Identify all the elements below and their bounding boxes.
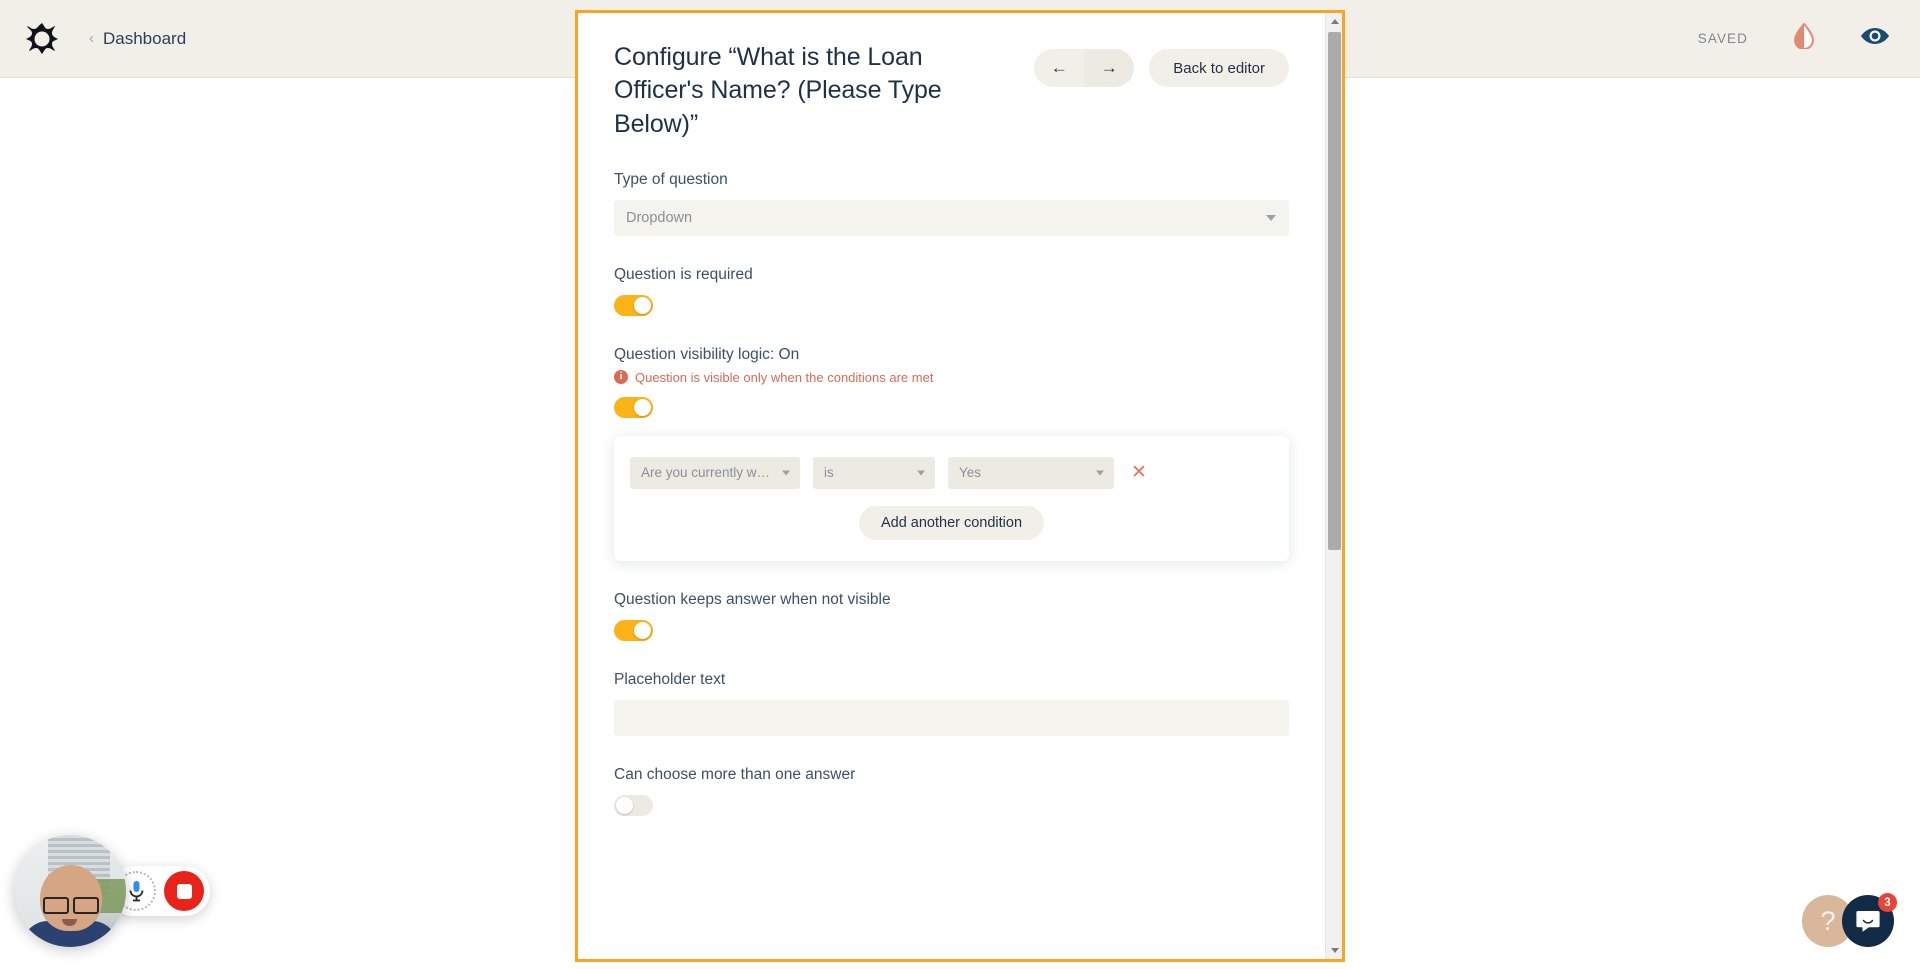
page-title: Configure “What is the Loan Officer's Na…	[614, 43, 942, 138]
visibility-logic-toggle[interactable]	[614, 396, 653, 418]
question-required-label: Question is required	[614, 265, 753, 283]
condition-row: Are you currently w… is Yes ✕	[630, 456, 1273, 489]
delete-condition-button[interactable]: ✕	[1127, 461, 1151, 484]
webcam-recorder-widget	[14, 835, 210, 947]
type-of-question-label: Type of question	[614, 170, 728, 188]
chat-unread-badge: 3	[1878, 893, 1897, 912]
modal-scrollbar[interactable]	[1325, 13, 1342, 959]
type-of-question-select[interactable]: Dropdown	[614, 199, 1289, 236]
breadcrumb-label[interactable]: Dashboard	[103, 29, 186, 49]
top-bar-actions: SAVED	[1697, 22, 1890, 54]
stop-recording-icon[interactable]	[164, 871, 204, 911]
previous-question-button[interactable]: ←	[1034, 49, 1084, 87]
multi-answer-toggle[interactable]	[614, 794, 653, 816]
modal-header: Configure “What is the Loan Officer's Na…	[614, 41, 1289, 141]
modal-content: Configure “What is the Loan Officer's Na…	[578, 13, 1325, 959]
chevron-down-icon	[782, 470, 790, 476]
back-to-editor-button[interactable]: Back to editor	[1149, 49, 1289, 87]
configure-question-modal: Configure “What is the Loan Officer's Na…	[575, 10, 1345, 962]
toggle-knob	[634, 296, 651, 314]
breadcrumb[interactable]: ‹ Dashboard	[89, 29, 186, 49]
chat-bubble-icon[interactable]: 3	[1842, 893, 1897, 947]
webcam-video-bubble[interactable]	[14, 835, 126, 947]
next-question-button[interactable]: →	[1084, 49, 1135, 87]
type-of-question-value: Dropdown	[626, 209, 693, 226]
info-icon: i	[614, 370, 628, 385]
toggle-knob	[634, 398, 651, 416]
condition-operator-value: is	[824, 465, 834, 481]
placeholder-text-label: Placeholder text	[614, 670, 726, 688]
modal-header-actions: ← → Back to editor	[1034, 41, 1289, 87]
stop-square	[176, 883, 192, 899]
contrast-drop-icon[interactable]	[1792, 22, 1816, 54]
eye-icon[interactable]	[1860, 26, 1890, 51]
chevron-down-icon	[1266, 214, 1276, 221]
condition-subject-select[interactable]: Are you currently w…	[630, 456, 800, 489]
person-glasses	[43, 897, 99, 914]
visibility-logic-note: i Question is visible only when the cond…	[614, 370, 1289, 385]
condition-operator-select[interactable]: is	[813, 456, 935, 489]
multi-answer-label: Can choose more than one answer	[614, 765, 856, 783]
question-required-toggle[interactable]	[614, 294, 653, 316]
flower-logo-icon[interactable]	[25, 22, 59, 56]
question-nav-pill: ← →	[1034, 49, 1135, 87]
conditions-card: Are you currently w… is Yes ✕ Add anothe…	[614, 435, 1289, 561]
condition-subject-value: Are you currently w…	[641, 465, 771, 481]
toggle-knob	[634, 621, 651, 639]
saved-status: SAVED	[1697, 31, 1748, 46]
visibility-logic-note-text: Question is visible only when the condit…	[635, 369, 934, 385]
keeps-answer-toggle[interactable]	[614, 619, 653, 641]
keeps-answer-label: Question keeps answer when not visible	[614, 590, 891, 608]
scrollbar-thumb[interactable]	[1328, 32, 1341, 550]
chevron-down-icon	[1096, 470, 1104, 476]
toggle-knob	[616, 796, 633, 814]
scroll-up-icon[interactable]	[1326, 13, 1342, 30]
support-widgets: ? 3	[1802, 893, 1897, 947]
placeholder-text-input[interactable]	[614, 699, 1289, 736]
scroll-down-icon[interactable]	[1326, 942, 1342, 959]
app-root: ‹ Dashboard SAVED Configure “What is the…	[0, 0, 1920, 969]
visibility-logic-label: Question visibility logic: On	[614, 345, 800, 363]
condition-value-value: Yes	[959, 465, 982, 481]
condition-value-select[interactable]: Yes	[948, 456, 1114, 489]
chevron-down-icon	[917, 470, 925, 476]
breadcrumb-back-chevron-icon[interactable]: ‹	[89, 31, 94, 46]
add-another-condition-button[interactable]: Add another condition	[858, 505, 1045, 540]
